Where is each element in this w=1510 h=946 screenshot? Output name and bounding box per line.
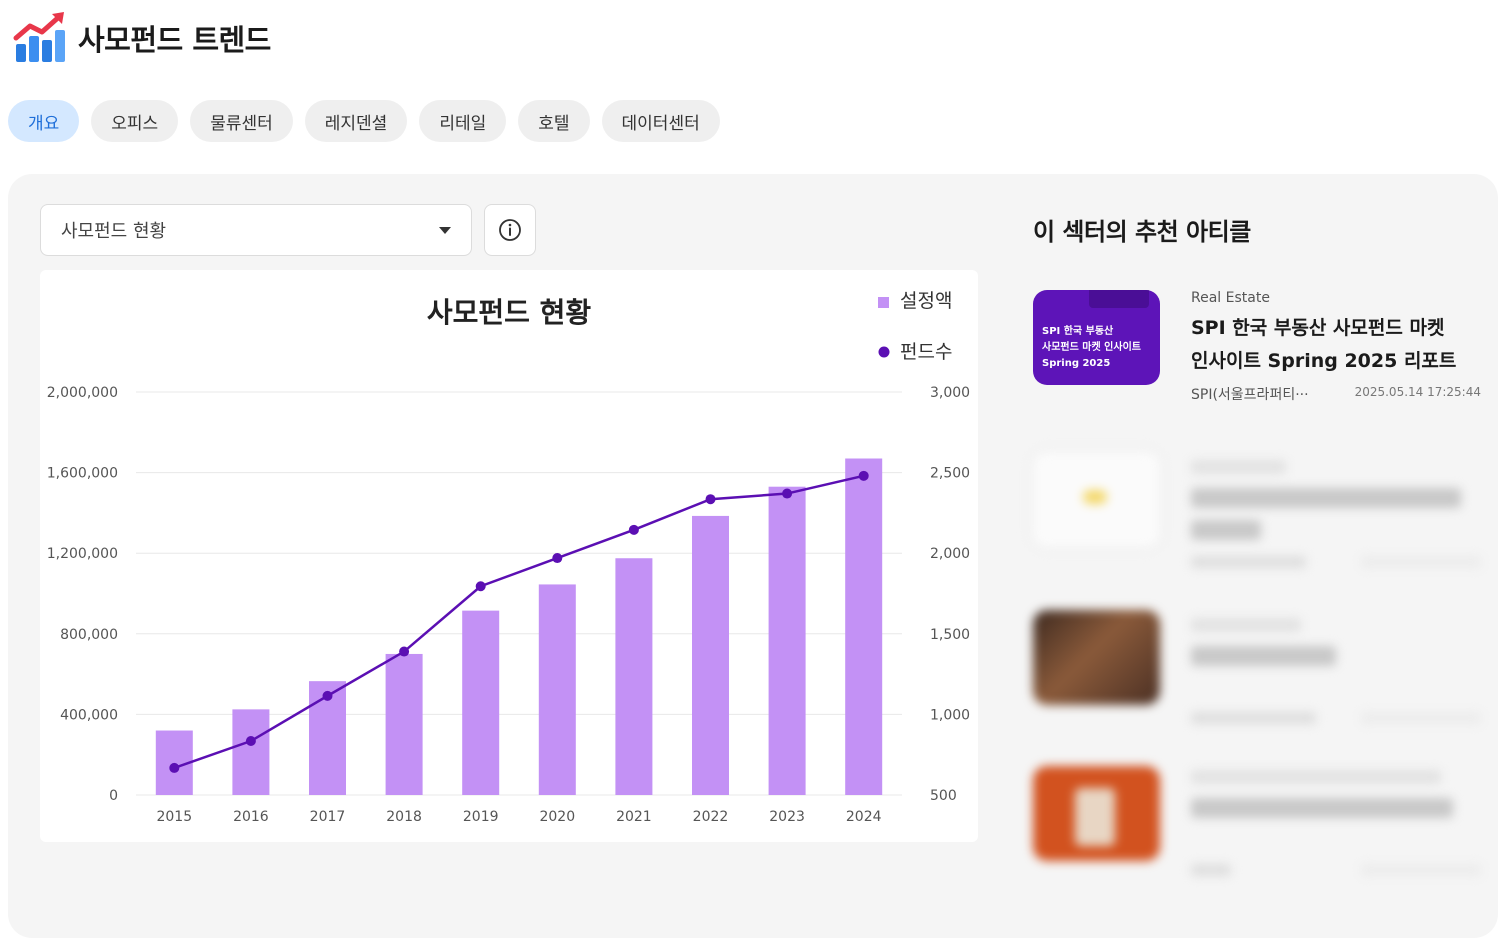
caret-down-icon [439, 226, 451, 234]
y-right-tick-label: 1,000 [930, 707, 970, 723]
tab-hotel[interactable]: 호텔 [518, 100, 590, 142]
article-thumbnail: SPI 한국 부동산 사모펀드 마켓 인사이트 Spring 2025 [1033, 290, 1160, 385]
point-2018 [399, 646, 410, 657]
tab-overview[interactable]: 개요 [8, 100, 80, 142]
legend-label: 펀드수 [900, 341, 952, 363]
article-thumbnail [1033, 452, 1160, 547]
y-right-tick-label: 3,000 [930, 385, 970, 401]
dataset-select[interactable]: 사모펀드 현황 [40, 204, 472, 256]
chart-title: 사모펀드 현황 [427, 296, 592, 329]
x-tick-label: 2022 [693, 809, 729, 825]
info-button[interactable] [484, 204, 536, 256]
tab-residential[interactable]: 레지덴셜 [304, 100, 408, 142]
y-left-tick-label: 2,000,000 [47, 385, 118, 401]
article-card-blurred[interactable] [1033, 452, 1481, 568]
article-title[interactable]: SPI 한국 부동산 사모펀드 마켓 인사이트 Spring 2025 리포트 [1191, 312, 1481, 378]
point-2022 [705, 494, 716, 505]
bar-2024 [845, 458, 883, 795]
y-right-tick-label: 500 [930, 788, 957, 804]
thumb-text: 사모펀드 마켓 인사이트 [1042, 342, 1141, 353]
fund-count-line [173, 474, 864, 770]
y-left-tick-label: 0 [109, 788, 118, 804]
chart-card: 2,000,000 1,600,000 1,200,000 800,000 400,00… [40, 270, 978, 842]
article-thumbnail [1033, 766, 1160, 861]
x-tick-label: 2018 [386, 809, 422, 825]
legend-swatch-bar [878, 297, 889, 308]
app-header: 사모펀드 트렌드 [12, 8, 271, 68]
thumb-text: Spring 2025 [1042, 358, 1111, 369]
y-left-tick-label: 1,600,000 [47, 466, 118, 482]
x-tick-label: 2020 [539, 809, 575, 825]
article-card-blurred[interactable] [1033, 610, 1481, 724]
tab-retail[interactable]: 리테일 [419, 100, 507, 142]
article-thumbnail [1033, 610, 1160, 705]
point-2024 [858, 470, 869, 481]
point-2023 [782, 488, 793, 499]
article-title-line: 인사이트 Spring 2025 리포트 [1191, 350, 1457, 372]
content-panel: 사모펀드 현황 2,000,000 1,600,000 1,200,000 800,0… [8, 174, 1498, 938]
x-tick-label: 2021 [616, 809, 652, 825]
point-2017 [322, 690, 333, 701]
bar-2016 [232, 709, 270, 795]
y-left-tick-label: 400,000 [60, 707, 118, 723]
x-tick-label: 2023 [769, 809, 805, 825]
point-2016 [245, 735, 256, 746]
tab-logistics[interactable]: 물류센터 [190, 100, 293, 142]
article-date: 2025.05.14 17:25:44 [1354, 385, 1481, 399]
point-2019 [475, 581, 486, 592]
x-tick-label: 2019 [463, 809, 499, 825]
legend-label: 설정액 [900, 290, 952, 312]
x-tick-label: 2015 [156, 809, 192, 825]
x-tick-label: 2024 [846, 809, 882, 825]
x-tick-label: 2017 [310, 809, 346, 825]
article-card[interactable]: SPI 한국 부동산 사모펀드 마켓 인사이트 Spring 2025 Real… [1033, 290, 1481, 403]
article-author: SPI(서울프라퍼티··· [1191, 387, 1309, 403]
thumb-text: SPI 한국 부동산 [1042, 326, 1114, 337]
y-right-tick-label: 2,000 [930, 546, 970, 562]
point-2020 [552, 553, 563, 564]
x-tick-label: 2016 [233, 809, 269, 825]
y-right-tick-label: 2,500 [930, 466, 970, 482]
recommended-articles-title: 이 섹터의 추천 아티클 [1033, 218, 1251, 246]
legend-swatch-line [878, 346, 890, 358]
point-2021 [628, 524, 639, 535]
bar-2022 [692, 515, 729, 795]
article-category: Real Estate [1191, 290, 1270, 306]
info-circle-icon [499, 219, 521, 241]
point-2015 [169, 762, 180, 773]
bar-2021 [615, 558, 653, 795]
y-left-tick-label: 800,000 [60, 627, 118, 643]
tab-office[interactable]: 오피스 [91, 100, 179, 142]
bar-2019 [462, 610, 500, 795]
bar-2018 [385, 653, 423, 795]
article-title-line: SPI 한국 부동산 사모펀드 마켓 [1191, 317, 1445, 339]
fund-status-chart: 2,000,000 1,600,000 1,200,000 800,000 400,00… [47, 290, 970, 825]
bar-2023 [768, 486, 806, 795]
tab-datacenter[interactable]: 데이터센터 [601, 100, 720, 142]
app-title: 사모펀드 트렌드 [78, 23, 271, 57]
article-card-blurred[interactable] [1033, 766, 1481, 876]
y-left-tick-label: 1,200,000 [47, 546, 118, 562]
bar-2020 [538, 584, 576, 795]
dataset-select-value: 사모펀드 현황 [61, 221, 167, 242]
sector-tabs: 개요 오피스 물류센터 레지덴셜 리테일 호텔 데이터센터 [8, 100, 732, 142]
chart-trend-icon [13, 12, 65, 62]
y-right-tick-label: 1,500 [930, 627, 970, 643]
